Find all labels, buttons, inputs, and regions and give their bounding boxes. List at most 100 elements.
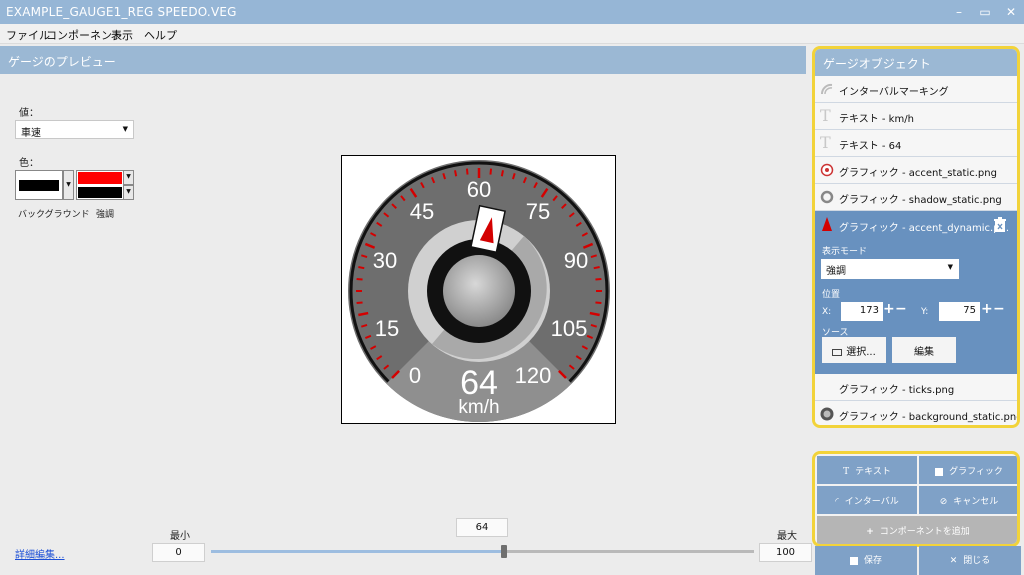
position-label: 位置: [822, 290, 841, 300]
cancel-label: キャンセル: [953, 497, 999, 507]
menu-file[interactable]: ファイル: [6, 27, 50, 43]
object-item-background-static[interactable]: グラフィック - background_static.png: [815, 401, 1017, 425]
gauge-tick: [356, 301, 363, 305]
object-label: テキスト - km/h: [839, 114, 914, 125]
folder-icon: [832, 348, 843, 356]
close-icon: ✕: [949, 556, 958, 566]
save-label: 保存: [863, 556, 882, 566]
cancel-button[interactable]: ⊘ キャンセル: [919, 486, 1017, 514]
y-label: Y:: [921, 307, 929, 317]
y-input[interactable]: 75: [939, 302, 980, 321]
edit-source-button[interactable]: 編集: [892, 337, 956, 363]
close-window-button[interactable]: ✕: [1000, 3, 1022, 21]
target-icon: [820, 163, 834, 177]
chevron-down-icon: ▼: [947, 263, 953, 271]
object-item-interval-marking[interactable]: インターバルマーキング: [815, 76, 1017, 103]
restore-button[interactable]: ▭: [974, 3, 996, 21]
tick-label-15: 15: [375, 316, 399, 341]
max-label: 最大: [777, 531, 797, 542]
menu-view[interactable]: 表示: [111, 27, 133, 43]
gauge-tick: [593, 266, 600, 270]
gauge-tick: [500, 170, 504, 177]
add-graphic-button[interactable]: グラフィック: [919, 456, 1017, 484]
object-item-shadow-static[interactable]: グラフィック - shadow_static.png: [815, 184, 1017, 211]
tick-label-45: 45: [410, 199, 434, 224]
object-item-text-64[interactable]: T テキスト - 64: [815, 130, 1017, 157]
ring-icon: [820, 190, 834, 204]
gauge-tick: [595, 277, 602, 281]
select-source-button[interactable]: 選択...: [822, 337, 886, 363]
value-label: 値：: [19, 108, 39, 119]
chevron-down-icon: ▼: [126, 188, 131, 195]
tick-label-105: 105: [551, 316, 588, 341]
gauge-tick: [454, 170, 458, 177]
x-input[interactable]: 173: [841, 302, 883, 321]
x-label: X:: [822, 307, 832, 317]
needle-icon: [822, 217, 832, 231]
background-color-picker[interactable]: [15, 170, 63, 200]
object-label: グラフィック - accent_static.png: [839, 168, 997, 179]
close-button[interactable]: ✕ 閉じる: [919, 546, 1021, 575]
menu-help[interactable]: ヘルプ: [144, 27, 177, 43]
accent-label: 強調: [96, 210, 115, 220]
slider-thumb[interactable]: [501, 545, 508, 558]
object-item-accent-static[interactable]: グラフィック - accent_static.png: [815, 157, 1017, 184]
close-label: 閉じる: [963, 556, 991, 566]
add-interval-button[interactable]: ◜ インターバル: [817, 486, 917, 514]
save-button[interactable]: 保存: [815, 546, 917, 575]
tick-label-120: 120: [515, 363, 552, 388]
object-item-accent-dynamic-selected[interactable]: グラフィック - accent_dynamic.p... 表示モード 強調 ▼ …: [815, 211, 1017, 374]
chevron-down-icon: ▼: [126, 173, 131, 180]
min-input[interactable]: 0: [152, 543, 205, 562]
add-text-button[interactable]: T テキスト: [817, 456, 917, 484]
save-icon: [849, 556, 858, 565]
x-increment-button[interactable]: +: [883, 301, 895, 317]
preview-header: ゲージのプレビュー: [0, 46, 806, 74]
add-text-label: テキスト: [855, 467, 891, 477]
accent-color-picker[interactable]: [76, 170, 124, 200]
background-label: バックグラウンド: [18, 210, 90, 220]
tick-label-0: 0: [409, 363, 421, 388]
gauge-objects-header: ゲージオブジェクト: [815, 49, 1017, 76]
tick-label-60: 60: [467, 177, 491, 202]
y-increment-button[interactable]: +: [981, 301, 993, 317]
min-label: 最小: [170, 531, 190, 542]
minimize-button[interactable]: –: [948, 3, 970, 21]
accent-color-swatch-2: [78, 187, 122, 198]
object-label: グラフィック - ticks.png: [839, 385, 955, 396]
gauge-tick: [489, 168, 493, 175]
value-select[interactable]: 車速 ▼: [15, 120, 134, 139]
display-mode-select[interactable]: 強調 ▼: [821, 259, 959, 279]
accent-color-dropdown[interactable]: ▼: [123, 170, 134, 185]
dial-icon: [820, 407, 834, 421]
chevron-down-icon: ▼: [66, 181, 71, 188]
accent-color-2-dropdown[interactable]: ▼: [123, 185, 134, 200]
max-input[interactable]: 100: [759, 543, 812, 562]
background-color-swatch: [19, 180, 59, 191]
gauge-preview: 0 15 30 45 60 75 90 105 120 64 km/h: [341, 155, 616, 424]
select-source-label: 選択...: [846, 347, 876, 358]
value-slider[interactable]: [211, 550, 754, 553]
add-component-button[interactable]: + コンポーネントを追加: [817, 516, 1017, 544]
object-item-text-kmh[interactable]: T テキスト - km/h: [815, 103, 1017, 130]
menu-bar: ファイル コンポーネント 表示 ヘルプ: [0, 24, 1024, 44]
object-label: グラフィック - shadow_static.png: [839, 195, 1002, 206]
chevron-down-icon: ▼: [122, 125, 128, 133]
object-label: グラフィック - accent_dynamic.p...: [839, 223, 1010, 234]
gauge-unit: km/h: [458, 397, 499, 418]
background-color-dropdown[interactable]: ▼: [63, 170, 74, 200]
display-mode-value: 強調: [826, 266, 846, 277]
interval-marking-icon: [820, 83, 833, 95]
gauge-svg: 0 15 30 45 60 75 90 105 120 64 km/h: [348, 160, 610, 422]
plus-icon: +: [866, 527, 874, 537]
window-title: EXAMPLE_GAUGE1_REG SPEEDO.VEG: [6, 5, 237, 19]
tick-label-30: 30: [373, 248, 397, 273]
x-decrement-button[interactable]: −: [895, 301, 907, 317]
current-value-display: 64: [456, 518, 508, 537]
trash-icon[interactable]: [993, 217, 1007, 233]
add-component-panel: T テキスト グラフィック ◜ インターバル ⊘ キャンセル + コンポーネントを追加: [812, 451, 1020, 547]
y-decrement-button[interactable]: −: [993, 301, 1005, 317]
add-component-label: コンポーネントを追加: [879, 527, 970, 537]
object-item-ticks[interactable]: グラフィック - ticks.png: [815, 374, 1017, 401]
advanced-edit-link[interactable]: 詳細編集...: [15, 546, 65, 561]
